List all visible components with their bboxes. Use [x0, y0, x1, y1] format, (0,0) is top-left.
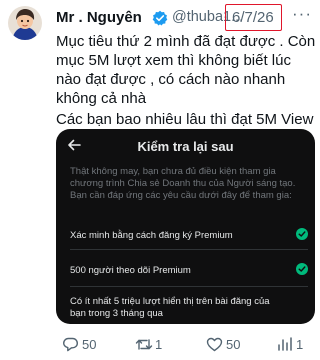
verified-badge-icon	[152, 10, 168, 26]
divider	[70, 249, 308, 250]
like-count: 50	[226, 337, 241, 352]
display-name[interactable]: Mr . Nguyên	[56, 9, 142, 26]
requirement-row: 500 người theo dõi Premium	[70, 263, 308, 277]
requirement-label: 500 người theo dõi Premium	[70, 265, 191, 276]
requirement-label: Có ít nhất 5 triệu lượt hiển thị trên bà…	[70, 296, 270, 319]
avatar-image	[8, 6, 42, 40]
card-description: Thật không may, bạn chưa đủ điều kiện th…	[70, 166, 296, 201]
tweet-text-line: Mục tiêu thứ 2 mình đã đạt được . Còn mụ…	[56, 33, 316, 107]
repost-count: 1	[155, 337, 163, 352]
tweet-text-line: Các bạn bao nhiêu lâu thì đạt 5M View	[56, 111, 314, 128]
reply-count: 50	[82, 337, 97, 352]
requirement-label: Xác minh bằng cách đăng ký Premium	[70, 230, 233, 241]
card-title: Kiểm tra lại sau	[137, 139, 234, 154]
views-count: 1	[296, 337, 304, 352]
tweet-text: Mục tiêu thứ 2 mình đã đạt được . Còn mụ…	[56, 32, 316, 129]
divider	[70, 286, 308, 287]
requirement-row: Có ít nhất 5 triệu lượt hiển thị trên bà…	[70, 296, 308, 320]
more-options-icon[interactable]: ···	[292, 4, 312, 24]
views-chart-icon	[278, 337, 292, 351]
repost-icon	[135, 339, 153, 350]
check-icon	[296, 228, 308, 240]
check-icon	[296, 263, 308, 275]
heart-icon	[206, 337, 223, 352]
reply-icon	[63, 337, 78, 352]
eligibility-card-image[interactable]: Kiểm tra lại sau Thật không may, bạn chư…	[56, 129, 315, 324]
date-highlight-box	[225, 4, 282, 31]
avatar[interactable]	[8, 6, 42, 40]
requirement-row: Xác minh bằng cách đăng ký Premium	[70, 228, 308, 242]
tweet-actions-bar: 50 1 50 1	[0, 333, 319, 357]
